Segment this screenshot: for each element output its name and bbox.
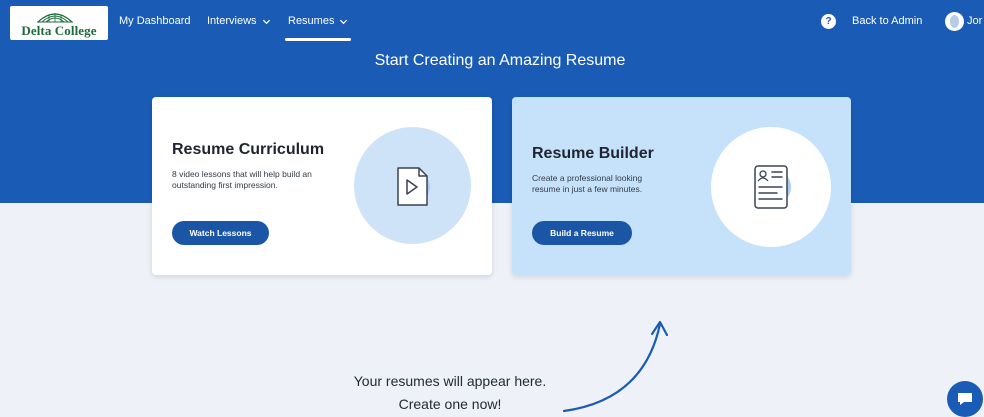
user-name[interactable]: Jor — [967, 15, 982, 27]
chat-widget-button[interactable] — [947, 381, 983, 417]
watch-lessons-button[interactable]: Watch Lessons — [172, 221, 269, 245]
card-title: Resume Builder — [532, 145, 654, 162]
chat-bubble-icon — [958, 393, 972, 405]
nav-interviews[interactable]: Interviews — [207, 15, 271, 27]
user-avatar[interactable] — [945, 12, 964, 31]
build-a-resume-button[interactable]: Build a Resume — [532, 221, 632, 245]
page-title: Start Creating an Amazing Resume — [374, 52, 626, 69]
chevron-down-icon — [340, 19, 348, 24]
resume-curriculum-card[interactable]: Resume Curriculum 8 video lessons that w… — [152, 97, 492, 275]
card-description: 8 video lessons that will help build an … — [172, 169, 312, 190]
video-play-icon — [397, 167, 430, 206]
active-tab-indicator — [285, 38, 351, 41]
back-to-admin-link[interactable]: Back to Admin — [852, 15, 922, 27]
top-navigation-bar: Delta College My Dashboard Interviews Re… — [0, 0, 984, 44]
chevron-down-icon — [262, 19, 270, 24]
help-icon[interactable]: ? — [821, 14, 836, 29]
nav-my-dashboard-label: My Dashboard — [119, 15, 191, 27]
logo-text: Delta College — [21, 23, 97, 38]
nav-resumes[interactable]: Resumes — [288, 15, 348, 27]
curved-arrow-icon — [562, 320, 669, 413]
resume-document-icon — [754, 165, 791, 209]
delta-college-logo[interactable]: Delta College — [10, 6, 108, 40]
card-description: Create a professional looking resume in … — [532, 173, 643, 194]
nav-resumes-label: Resumes — [288, 15, 335, 27]
card-title: Resume Curriculum — [172, 141, 325, 158]
nav-interviews-label: Interviews — [207, 15, 257, 27]
college-arch-icon — [37, 13, 73, 23]
resume-builder-card[interactable]: Resume Builder Create a professional loo… — [512, 97, 851, 275]
nav-my-dashboard[interactable]: My Dashboard — [119, 15, 191, 27]
